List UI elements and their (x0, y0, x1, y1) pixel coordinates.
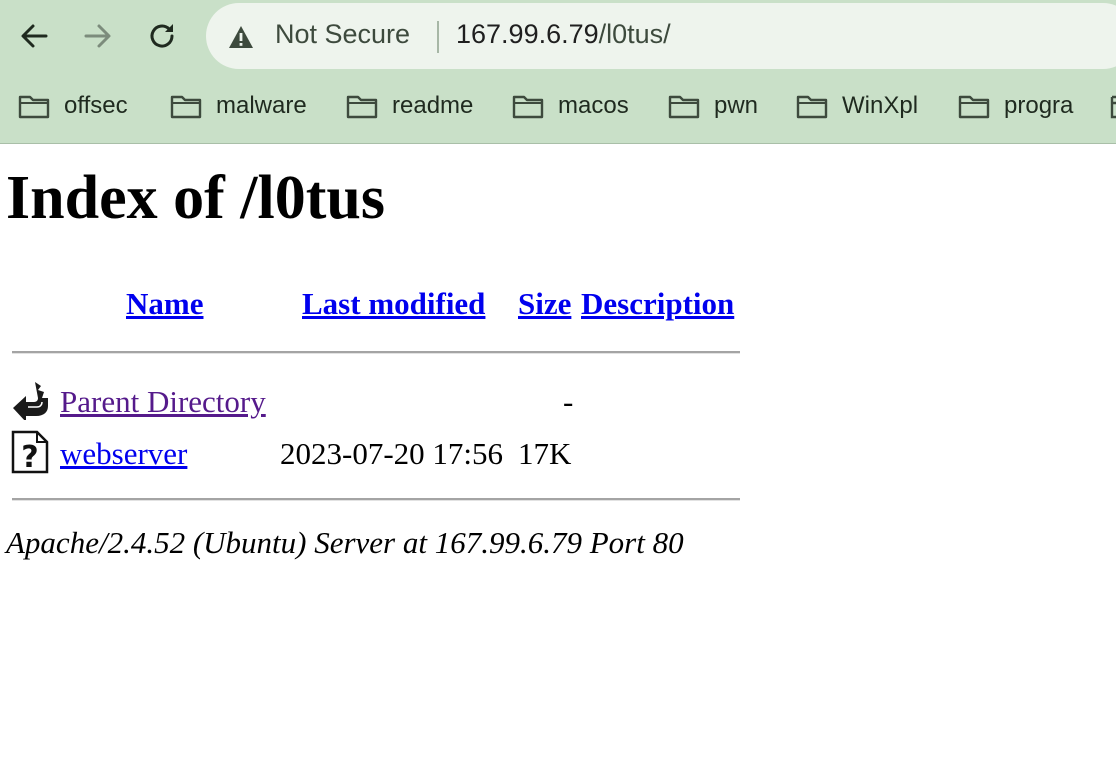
column-header-description[interactable]: Description (581, 286, 734, 322)
bookmark-folder-progra[interactable]: progra (958, 88, 1073, 124)
bookmark-folder-offsec[interactable]: offsec (18, 88, 128, 124)
unknown-file-icon: ? (11, 430, 49, 474)
security-status[interactable]: Not Secure (275, 19, 410, 50)
bookmark-label: macos (558, 92, 629, 119)
bookmark-folder-macos[interactable]: macos (512, 88, 629, 124)
column-header-last-modified[interactable]: Last modified (302, 286, 485, 322)
row-size: 17K (518, 436, 572, 471)
column-header-name[interactable]: Name (126, 286, 203, 322)
arrow-left-icon (21, 24, 48, 48)
folder-icon (512, 95, 544, 119)
url-text[interactable]: 167.99.6.79/l0tus/ (456, 19, 671, 50)
bookmark-label: readme (392, 92, 474, 119)
page-title: Index of /l0tus (6, 164, 385, 232)
folder-icon (1110, 95, 1116, 119)
file-link-webserver[interactable]: webserver (60, 436, 187, 472)
folder-icon (796, 95, 828, 119)
bookmark-folder-readme[interactable]: readme (346, 88, 473, 124)
server-signature: Apache/2.4.52 (Ubuntu) Server at 167.99.… (6, 525, 684, 560)
folder-icon (346, 95, 378, 119)
back-icon (13, 382, 48, 420)
bookmark-label: pwn (714, 92, 759, 119)
parent-directory-link[interactable]: Parent Directory (60, 384, 266, 420)
bookmark-label: progra (1004, 92, 1074, 119)
svg-text:?: ? (21, 440, 38, 474)
bookmark-label: offsec (64, 92, 128, 119)
forward-button[interactable] (76, 14, 120, 58)
bookmarks-bar: offsec malware readme macos pwn WinXpl p… (0, 88, 1116, 124)
folder-icon (18, 95, 50, 119)
folder-icon (170, 95, 202, 119)
warning-icon (229, 26, 253, 48)
back-button[interactable] (12, 14, 56, 58)
divider-bottom (12, 498, 740, 501)
row-size: - (563, 384, 574, 419)
bookmark-folder-pwn[interactable]: pwn (668, 88, 758, 124)
bookmark-folder-malware[interactable]: malware (170, 88, 307, 124)
bookmark-label: WinXpl (842, 92, 919, 119)
bookmark-folder-winxpl[interactable]: WinXpl (796, 88, 918, 124)
address-bar[interactable]: Not Secure 167.99.6.79/l0tus/ (206, 3, 1116, 69)
bookmark-label: malware (216, 92, 307, 119)
folder-icon (958, 95, 990, 119)
row-last-modified: 2023-07-20 17:56 (280, 436, 504, 471)
divider-top (12, 351, 740, 354)
reload-button[interactable] (140, 14, 184, 58)
url-path: /l0tus/ (598, 19, 671, 49)
bookmark-overflow-folder[interactable] (1110, 88, 1116, 124)
browser-toolbar: Not Secure 167.99.6.79/l0tus/ offsec mal… (0, 0, 1116, 144)
address-separator (437, 21, 439, 53)
reload-icon (150, 24, 174, 48)
folder-icon (668, 95, 700, 119)
arrow-right-icon (84, 24, 111, 48)
column-header-size[interactable]: Size (518, 286, 571, 322)
url-host: 167.99.6.79 (456, 19, 599, 49)
